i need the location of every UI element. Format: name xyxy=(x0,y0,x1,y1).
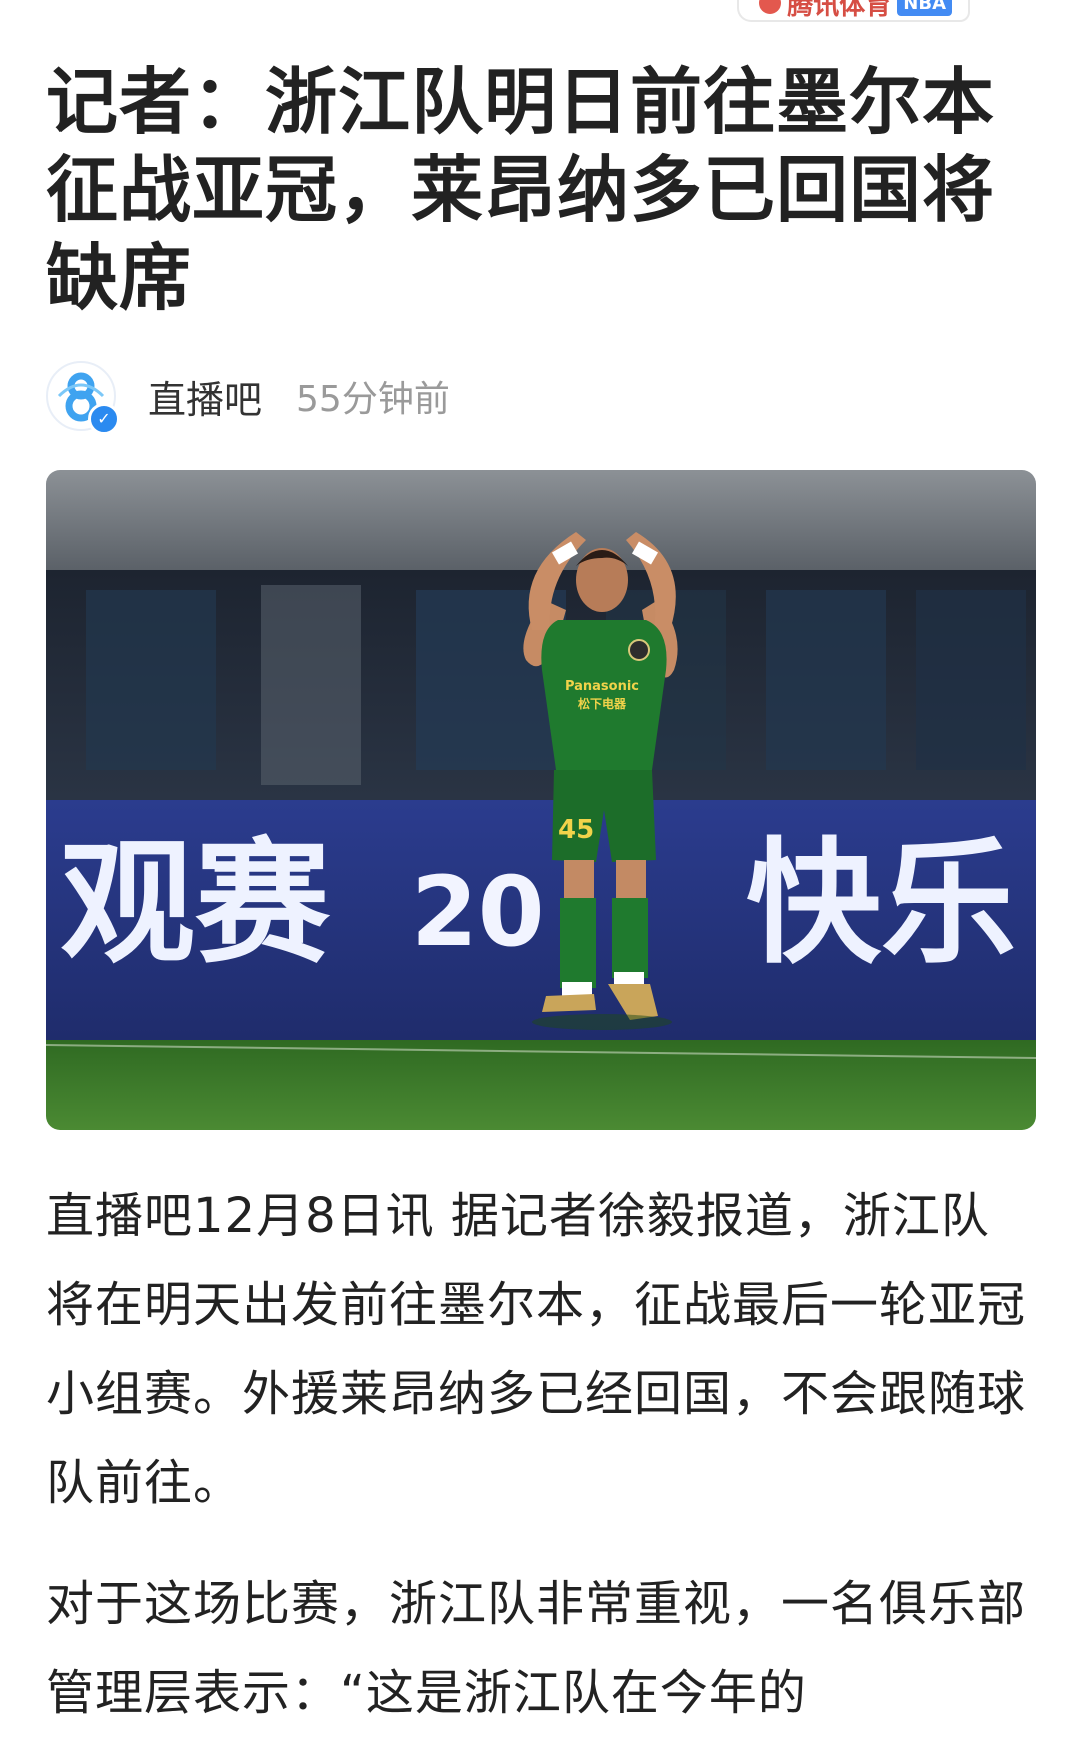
watermark-label: 腾讯体育 xyxy=(787,0,892,21)
shirt-sponsor-cn: 松下电器 xyxy=(578,696,627,711)
publish-time: 55分钟前 xyxy=(296,379,450,420)
source-watermark: 腾讯体育 NBA xyxy=(737,0,970,22)
watermark-badge: NBA xyxy=(897,0,952,16)
hero-image[interactable]: 观赛 20 快乐 Panasonic 松下电器 45 xyxy=(46,470,1036,1130)
shirt-sponsor-en: Panasonic xyxy=(565,679,639,694)
author-name[interactable]: 直播吧 xyxy=(148,369,262,424)
billboard-text-center: 20 xyxy=(411,856,545,968)
stadium-roof xyxy=(46,470,1036,570)
pitch xyxy=(46,1040,1036,1130)
verified-check-icon: ✓ xyxy=(88,403,120,435)
hero-photo: 观赛 20 快乐 Panasonic 松下电器 45 xyxy=(46,470,1036,1130)
author-row[interactable]: ✓ 直播吧 55分钟前 xyxy=(46,356,450,436)
tencent-sports-logo-icon xyxy=(759,0,782,14)
article-paragraph-1: 直播吧12月8日讯 据记者徐毅报道，浙江队将在明天出发前往墨尔本，征战最后一轮亚… xyxy=(46,1188,1027,1511)
billboard-text-right: 快乐 xyxy=(746,825,1016,982)
shorts-number: 45 xyxy=(558,815,594,845)
article-title: 记者：浙江队明日前往墨尔本征战亚冠，莱昂纳多已回国将缺席 xyxy=(46,60,996,320)
article-paragraph-2: 对于这场比赛，浙江队非常重视，一名俱乐部管理层表示：“这是浙江队在今年的 xyxy=(46,1576,1027,1721)
author-avatar[interactable]: ✓ xyxy=(46,361,120,435)
billboard-text-left: 观赛 xyxy=(60,825,331,982)
